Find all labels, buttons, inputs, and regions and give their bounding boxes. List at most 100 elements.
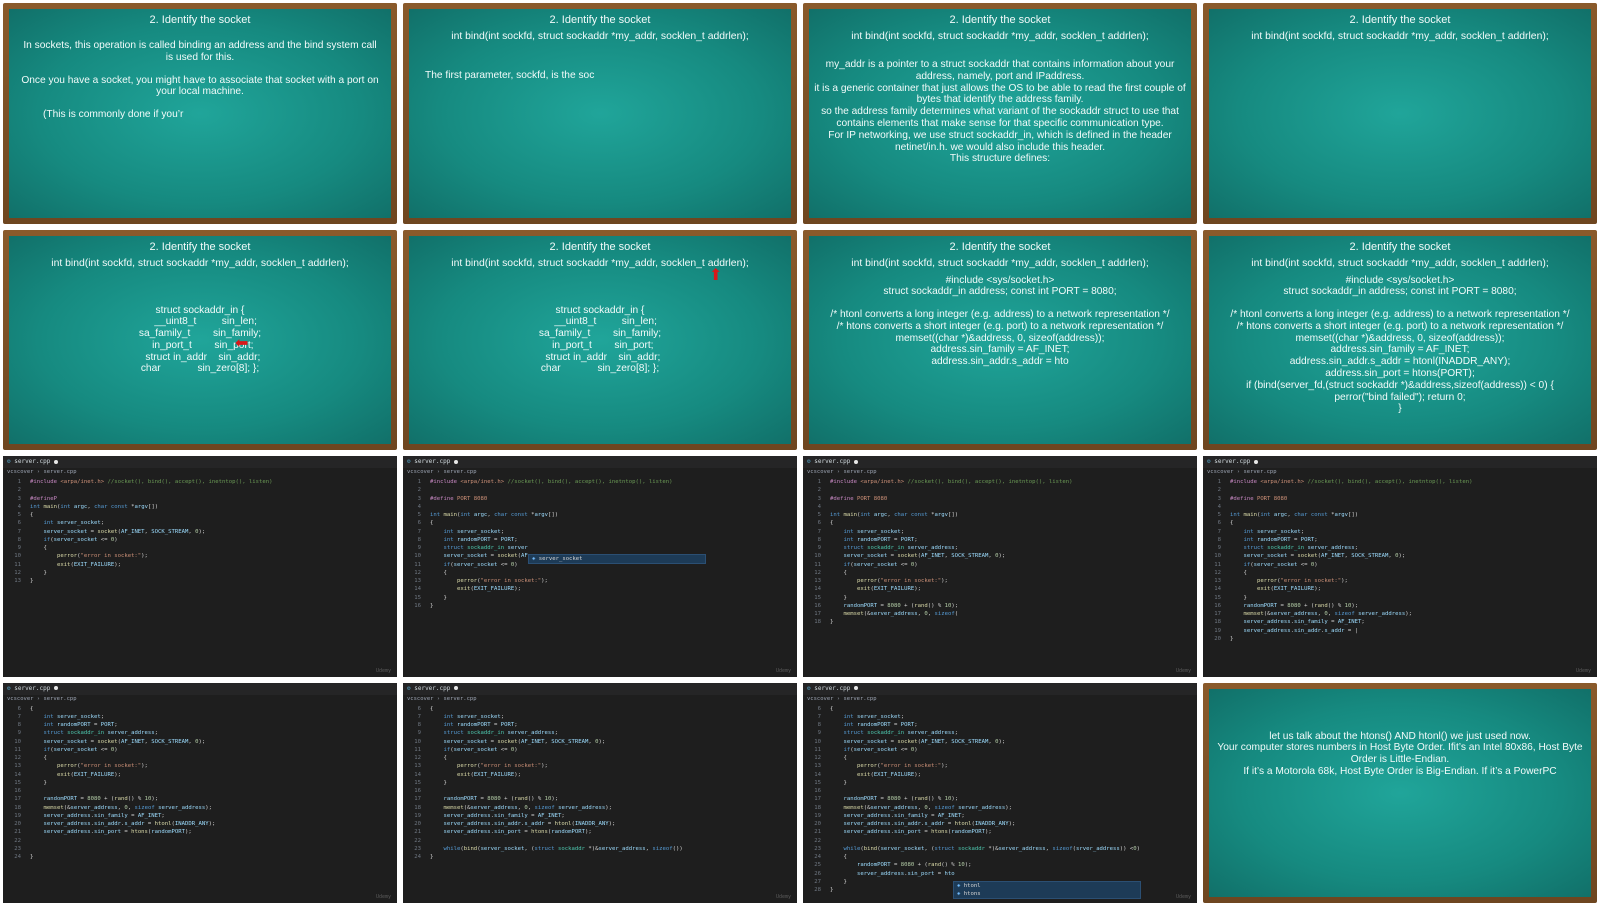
code-editor[interactable]: ⚙ server.cpp vcscover › server.cpp 6{7 int… [403, 682, 797, 903]
line-text: int server_socket; [43, 520, 105, 527]
breadcrumb-file[interactable]: server.cpp [1243, 469, 1276, 475]
line-number: 22 [814, 837, 821, 844]
editor-tab-bar[interactable]: ⚙ server.cpp [3, 682, 397, 695]
breadcrumb-file[interactable]: server.cpp [443, 696, 476, 702]
thumbnail-15[interactable]: ⚙ server.cpp vcscover › server.cpp 6{7 int… [800, 680, 1200, 906]
watermark: Udemy [775, 894, 791, 900]
code-area[interactable]: 1 #include <arpa/inet.h> //socket(), bind… [3, 477, 397, 585]
breadcrumb[interactable]: vcscover › server.cpp [803, 695, 1197, 704]
slide-text-line: For IP networking, we use struct sockadd… [828, 129, 1172, 153]
autocomplete-item[interactable]: ◈ server_socket [532, 555, 702, 563]
thumbnail-3[interactable]: 2. Identify the socket int bind(int sockf… [800, 0, 1200, 227]
breadcrumb-file[interactable]: server.cpp [443, 469, 476, 475]
line-text: struct sockaddr_in server_address; [843, 545, 959, 551]
editor-tab-name[interactable]: server.cpp [414, 458, 450, 465]
code-line: 19 server_address.sin_addr.s_addr = | [1203, 627, 1597, 635]
line-text: int randomPORT = PORT; [843, 536, 918, 543]
slide-text-line: (This is commonly done if you’r [43, 109, 184, 121]
breadcrumb[interactable]: vcscover › server.cpp [3, 468, 397, 477]
breadcrumb[interactable]: vcscover › server.cpp [1203, 468, 1597, 477]
code-editor[interactable]: ⚙ server.cpp vcscover › server.cpp 6{7 int… [3, 682, 397, 903]
line-text: server_address.sin_port = htons(randomPO… [43, 829, 192, 836]
editor-tab-name[interactable]: server.cpp [14, 685, 50, 692]
editor-tab-bar[interactable]: ⚙ server.cpp [403, 456, 797, 468]
editor-tab-bar[interactable]: ⚙ server.cpp [1203, 456, 1597, 468]
line-number: 13 [14, 578, 21, 584]
line-text: } [830, 594, 847, 601]
code-line: 11 if(server_socket <= 0) [3, 746, 397, 754]
editor-tab-name[interactable]: server.cpp [814, 685, 850, 692]
code-editor[interactable]: ⚙ server.cpp vcscover › server.cpp 6{7 int… [803, 682, 1197, 903]
thumbnail-14[interactable]: ⚙ server.cpp vcscover › server.cpp 6{7 int… [400, 680, 800, 906]
autocomplete-item[interactable]: ◈ htons [957, 890, 1137, 898]
thumbnail-11[interactable]: ⚙ server.cpp vcscover › server.cpp 1 #inclu… [800, 453, 1200, 680]
line-number: 13 [14, 763, 21, 770]
code-line: 6{ [3, 705, 397, 713]
code-line: 13 perror("error in socket:"); [3, 762, 397, 770]
code-line: 13 perror("error in socket:"); [403, 577, 797, 585]
code-editor[interactable]: ⚙ server.cpp vcscover › server.cpp 1 #inclu… [1203, 456, 1597, 677]
breadcrumb[interactable]: vcscover › server.cpp [3, 695, 397, 704]
code-area[interactable]: 6{7 int server_socket; 8 int randomPORT =… [403, 704, 797, 862]
breadcrumb-folder[interactable]: vcscover [7, 469, 34, 475]
breadcrumb-folder[interactable]: vcscover [407, 696, 434, 702]
line-number: 5 [417, 512, 421, 518]
editor-tab-bar[interactable]: ⚙ server.cpp [803, 456, 1197, 468]
editor-tab-name[interactable]: server.cpp [814, 458, 850, 465]
line-number: 12 [14, 755, 21, 761]
thumbnail-12[interactable]: ⚙ server.cpp vcscover › server.cpp 1 #inclu… [1200, 453, 1600, 680]
autocomplete-item[interactable]: ◈ htonl [957, 882, 1137, 890]
thumbnail-7[interactable]: 2. Identify the socket int bind(int sockf… [800, 227, 1200, 454]
thumbnail-10[interactable]: ⚙ server.cpp vcscover › server.cpp 1 #inclu… [400, 453, 800, 680]
line-text: #include <arpa/inet.h> //socket(), bind(… [430, 479, 673, 485]
editor-tab-name[interactable]: server.cpp [14, 458, 50, 465]
line-text [430, 486, 797, 494]
thumbnail-2[interactable]: 2. Identify the socket int bind(int sockf… [400, 0, 800, 227]
breadcrumb[interactable]: vcscover › server.cpp [403, 468, 797, 477]
autocomplete-label[interactable]: htons [964, 891, 981, 897]
autocomplete-label[interactable]: server_socket [539, 556, 583, 562]
editor-tab-bar[interactable]: ⚙ server.cpp [403, 682, 797, 695]
code-editor[interactable]: ⚙ server.cpp vcscover › server.cpp 1 #inclu… [803, 456, 1197, 677]
thumbnail-1[interactable]: 2. Identify the socket In sockets, this o… [0, 0, 400, 227]
code-editor[interactable]: ⚙ server.cpp vcscover › server.cpp 1 #inclu… [3, 456, 397, 677]
unsaved-dot-icon [54, 686, 59, 690]
code-area[interactable]: 6{7 int server_socket; 8 int randomPORT =… [3, 704, 397, 862]
code-area[interactable]: 1 #include <arpa/inet.h> //socket(), bind… [1203, 477, 1597, 643]
code-line: 10 server_socket = socket(AF_INET, SOCK_… [403, 738, 797, 746]
code-area[interactable]: 1 #include <arpa/inet.h> //socket(), bind… [803, 477, 1197, 627]
thumbnail-4[interactable]: 2. Identify the socket int bind(int sockf… [1200, 0, 1600, 227]
breadcrumb-folder[interactable]: vcscover [407, 469, 434, 475]
breadcrumb-file[interactable]: server.cpp [843, 696, 876, 702]
breadcrumb-file[interactable]: server.cpp [843, 469, 876, 475]
code-area[interactable]: 1 #include <arpa/inet.h> //socket(), bind… [403, 477, 797, 610]
breadcrumb-file[interactable]: server.cpp [43, 696, 76, 702]
autocomplete-label[interactable]: htonl [964, 883, 981, 889]
thumbnail-13[interactable]: ⚙ server.cpp vcscover › server.cpp 6{7 int… [0, 680, 400, 906]
autocomplete-popup[interactable]: ◈ htonl ◈ htons [953, 880, 1141, 899]
chevron-right-icon: › [433, 695, 444, 702]
code-line: 9 struct sockaddr_in server_address; [803, 729, 1197, 737]
autocomplete-popup[interactable]: ◈ server_socket [528, 554, 706, 564]
code-line: 8 int randomPORT = PORT; [803, 721, 1197, 729]
line-number: 11 [14, 746, 21, 753]
breadcrumb-file[interactable]: server.cpp [43, 469, 76, 475]
breadcrumb-folder[interactable]: vcscover [1207, 469, 1234, 475]
line-text: perror("error in socket:"); [856, 578, 948, 584]
code-area[interactable]: 6{7 int server_socket; 8 int randomPORT =… [803, 704, 1197, 895]
breadcrumb[interactable]: vcscover › server.cpp [803, 468, 1197, 477]
thumbnail-9[interactable]: ⚙ server.cpp vcscover › server.cpp 1 #inclu… [0, 453, 400, 680]
breadcrumb-folder[interactable]: vcscover [807, 696, 834, 702]
editor-tab-bar[interactable]: ⚙ server.cpp [803, 682, 1197, 695]
editor-tab-name[interactable]: server.cpp [1214, 458, 1250, 465]
thumbnail-16[interactable]: let us talk about the htons() AND htonl(… [1200, 680, 1600, 906]
editor-tab-name[interactable]: server.cpp [414, 685, 450, 692]
thumbnail-8[interactable]: 2. Identify the socket int bind(int sockf… [1200, 227, 1600, 454]
thumbnail-6[interactable]: 2. Identify the socket int bind(int sockf… [400, 227, 800, 454]
breadcrumb[interactable]: vcscover › server.cpp [403, 695, 797, 704]
editor-tab-bar[interactable]: ⚙ server.cpp [3, 456, 397, 468]
thumbnail-5[interactable]: 2. Identify the socket int bind(int sockf… [0, 227, 400, 454]
code-editor[interactable]: ⚙ server.cpp vcscover › server.cpp 1 #inclu… [403, 456, 797, 677]
breadcrumb-folder[interactable]: vcscover [7, 696, 34, 702]
breadcrumb-folder[interactable]: vcscover [807, 469, 834, 475]
